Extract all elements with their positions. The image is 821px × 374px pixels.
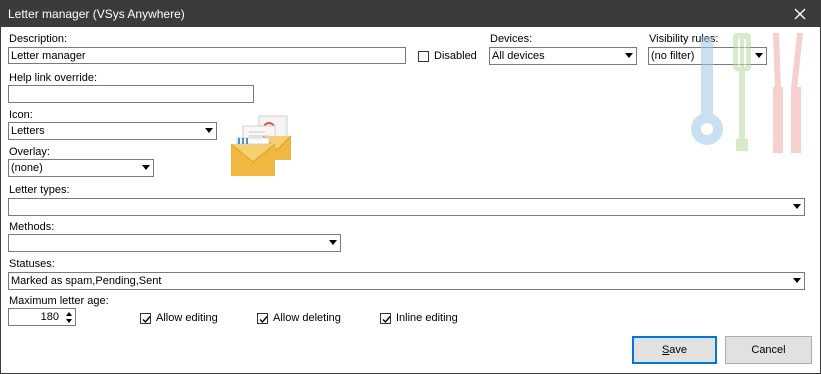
description-value: Letter manager bbox=[11, 50, 86, 62]
devices-value: All devices bbox=[492, 50, 545, 62]
spin-up-icon[interactable] bbox=[66, 312, 72, 316]
overlay-label: Overlay: bbox=[9, 146, 50, 158]
help-link-input[interactable] bbox=[8, 85, 254, 103]
description-input[interactable]: Letter manager bbox=[8, 47, 406, 64]
description-label: Description: bbox=[9, 33, 68, 45]
close-icon bbox=[794, 8, 806, 20]
statuses-label: Statuses: bbox=[9, 258, 55, 270]
devices-select[interactable]: All devices bbox=[489, 47, 637, 65]
allow-editing-box[interactable] bbox=[140, 312, 151, 324]
overlay-select[interactable]: (none) bbox=[8, 159, 154, 177]
save-button[interactable]: Save bbox=[632, 336, 717, 364]
statuses-select[interactable]: Marked as spam,Pending,Sent bbox=[8, 272, 805, 290]
max-age-value: 180 bbox=[40, 311, 59, 323]
tools-logo-icon bbox=[691, 33, 803, 153]
disabled-label: Disabled bbox=[434, 50, 477, 62]
chevron-down-icon bbox=[205, 128, 213, 133]
visibility-value: (no filter) bbox=[651, 50, 695, 62]
chevron-down-icon bbox=[625, 53, 633, 58]
cancel-label: Cancel bbox=[751, 344, 786, 356]
inline-editing-box[interactable] bbox=[380, 312, 391, 324]
checkmark-icon bbox=[142, 315, 151, 323]
allow-editing-checkbox[interactable]: Allow editing bbox=[140, 312, 218, 324]
spin-down-icon[interactable] bbox=[66, 319, 72, 323]
icon-select[interactable]: Letters bbox=[8, 122, 217, 140]
letter-types-select[interactable] bbox=[8, 198, 805, 216]
checkmark-icon bbox=[382, 315, 391, 323]
icon-label: Icon: bbox=[9, 109, 33, 121]
window-title: Letter manager (VSys Anywhere) bbox=[8, 7, 185, 21]
statuses-value: Marked as spam,Pending,Sent bbox=[11, 275, 162, 287]
disabled-checkbox[interactable]: Disabled bbox=[418, 50, 477, 62]
inline-editing-label: Inline editing bbox=[396, 312, 458, 324]
max-age-label: Maximum letter age: bbox=[9, 295, 109, 307]
methods-select[interactable] bbox=[8, 234, 341, 252]
devices-label: Devices: bbox=[490, 33, 533, 45]
chevron-down-icon bbox=[793, 278, 801, 283]
inline-editing-checkbox[interactable]: Inline editing bbox=[380, 312, 458, 324]
envelope-icon bbox=[230, 115, 292, 176]
title-bar: Letter manager (VSys Anywhere) bbox=[1, 1, 820, 27]
close-button[interactable] bbox=[780, 1, 820, 27]
chevron-down-icon bbox=[142, 165, 150, 170]
max-age-stepper[interactable]: 180 bbox=[8, 308, 76, 326]
chevron-down-icon bbox=[793, 204, 801, 209]
cancel-button[interactable]: Cancel bbox=[725, 336, 812, 364]
allow-deleting-checkbox[interactable]: Allow deleting bbox=[257, 312, 341, 324]
letter-types-label: Letter types: bbox=[9, 184, 70, 196]
help-link-label: Help link override: bbox=[9, 72, 98, 84]
methods-label: Methods: bbox=[9, 221, 55, 233]
dialog-window: Letter manager (VSys Anywhere) Descripti… bbox=[0, 0, 821, 374]
allow-deleting-label: Allow deleting bbox=[273, 312, 341, 324]
save-label: ave bbox=[669, 344, 688, 356]
overlay-value: (none) bbox=[11, 162, 43, 174]
save-mnemonic: S bbox=[661, 344, 670, 356]
disabled-box[interactable] bbox=[418, 50, 429, 62]
allow-deleting-box[interactable] bbox=[257, 312, 268, 324]
chevron-down-icon bbox=[329, 240, 337, 245]
icon-value: Letters bbox=[11, 125, 45, 137]
checkmark-icon bbox=[259, 315, 268, 323]
allow-editing-label: Allow editing bbox=[156, 312, 218, 324]
